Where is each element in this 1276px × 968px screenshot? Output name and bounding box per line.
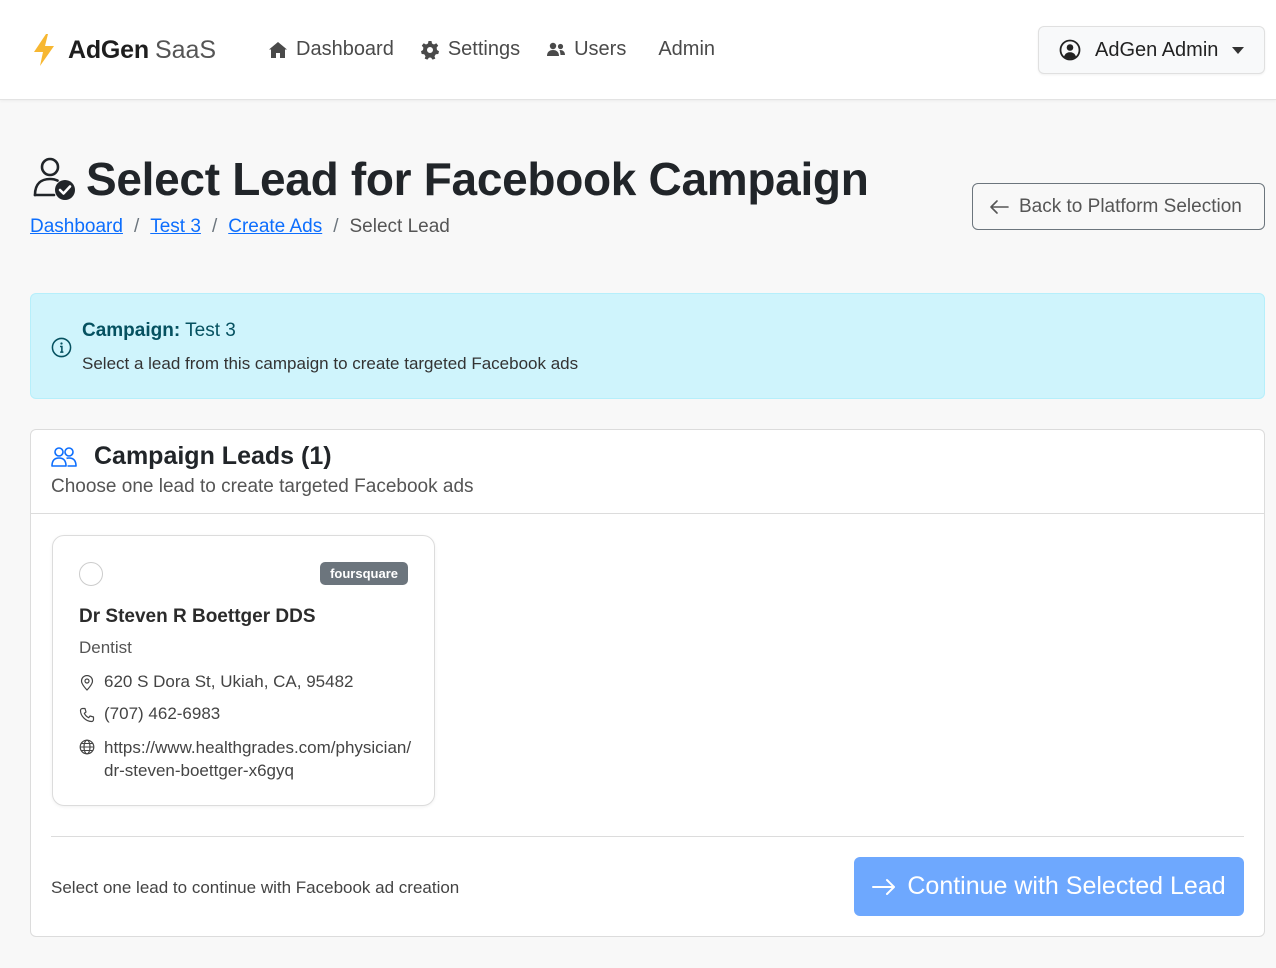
continue-with-selected-lead-button[interactable]: Continue with Selected Lead	[854, 857, 1244, 916]
person-check-icon	[33, 157, 75, 200]
card-header: Campaign Leads (1) Choose one lead to cr…	[31, 430, 1264, 514]
nav-link-label: Dashboard	[296, 38, 394, 60]
nav-link-dashboard[interactable]: Dashboard	[268, 38, 394, 61]
user-name: AdGen Admin	[1095, 38, 1219, 61]
alert-title: Campaign: Test 3	[82, 320, 236, 342]
lead-source-badge: foursquare	[320, 562, 408, 585]
footer-hint-text: Select one lead to continue with Faceboo…	[51, 878, 460, 897]
brand-name: AdGen	[68, 35, 149, 64]
card-title: Campaign Leads (1)	[94, 442, 332, 470]
globe-icon	[79, 739, 95, 755]
lead-address-row: 620 S Dora St, Ukiah, CA, 95482	[79, 672, 353, 692]
info-circle-icon	[51, 337, 72, 358]
top-navbar: AdGen SaaS Dashboard Settings Users Admi…	[0, 0, 1276, 100]
nav-links: Dashboard Settings Users Admin	[268, 38, 741, 61]
nav-link-users[interactable]: Users	[546, 38, 626, 61]
page-title: Select Lead for Facebook Campaign	[86, 153, 869, 205]
nav-link-settings[interactable]: Settings	[420, 38, 520, 61]
card-subtitle: Choose one lead to create targeted Faceb…	[51, 476, 474, 497]
nav-link-label: Users	[574, 38, 627, 60]
caret-down-icon	[1232, 46, 1245, 54]
breadcrumb-campaign[interactable]: Test 3	[150, 216, 201, 238]
alert-message: Select a lead from this campaign to crea…	[82, 354, 579, 373]
lead-select-radio[interactable]	[79, 562, 103, 586]
user-circle-icon	[1059, 39, 1081, 61]
campaign-leads-card: Campaign Leads (1) Choose one lead to cr…	[30, 429, 1265, 937]
lead-type: Dentist	[79, 638, 132, 657]
alert-campaign-name: Test 3	[185, 320, 236, 341]
user-menu-button[interactable]: AdGen Admin	[1038, 26, 1265, 74]
back-to-platform-button[interactable]: Back to Platform Selection	[972, 183, 1265, 230]
lightning-bolt-icon	[34, 34, 54, 66]
arrow-right-icon	[872, 878, 896, 895]
lead-name: Dr Steven R Boettger DDS	[79, 606, 316, 627]
breadcrumb: Dashboard / Test 3 / Create Ads / Select…	[30, 216, 450, 238]
breadcrumb-create-ads[interactable]: Create Ads	[228, 216, 322, 238]
page-header: Select Lead for Facebook Campaign	[30, 152, 869, 206]
nav-link-label: Admin	[658, 38, 716, 60]
breadcrumb-separator: /	[333, 216, 339, 237]
lead-phone-row: (707) 462-6983	[79, 704, 220, 724]
lead-phone: (707) 462-6983	[104, 704, 221, 723]
people-icon	[51, 447, 77, 467]
brand[interactable]: AdGen SaaS	[32, 34, 216, 66]
campaign-info-alert: Campaign: Test 3 Select a lead from this…	[30, 293, 1265, 399]
breadcrumb-current: Select Lead	[349, 216, 450, 237]
house-icon	[269, 41, 287, 58]
card-divider	[51, 836, 1244, 837]
alert-title-label: Campaign:	[82, 320, 181, 341]
breadcrumb-separator: /	[133, 216, 140, 237]
lead-card[interactable]: foursquare Dr Steven R Boettger DDS Dent…	[52, 535, 435, 806]
lead-address: 620 S Dora St, Ukiah, CA, 95482	[104, 672, 354, 691]
lead-website: https://www.healthgrades.com/physician/d…	[104, 738, 412, 780]
breadcrumb-separator: /	[211, 216, 218, 237]
nav-link-admin[interactable]: Admin	[658, 38, 715, 61]
back-button-label: Back to Platform Selection	[1019, 195, 1242, 217]
map-pin-icon	[80, 675, 94, 691]
brand-suffix: SaaS	[154, 35, 217, 64]
users-icon	[547, 42, 566, 56]
gear-icon	[420, 40, 439, 60]
arrow-left-icon	[990, 199, 1009, 214]
nav-link-label: Settings	[447, 38, 521, 60]
continue-button-label: Continue with Selected Lead	[907, 872, 1226, 900]
breadcrumb-dashboard[interactable]: Dashboard	[30, 216, 123, 238]
lead-website-row: https://www.healthgrades.com/physician/d…	[79, 736, 414, 782]
phone-icon	[79, 707, 95, 723]
